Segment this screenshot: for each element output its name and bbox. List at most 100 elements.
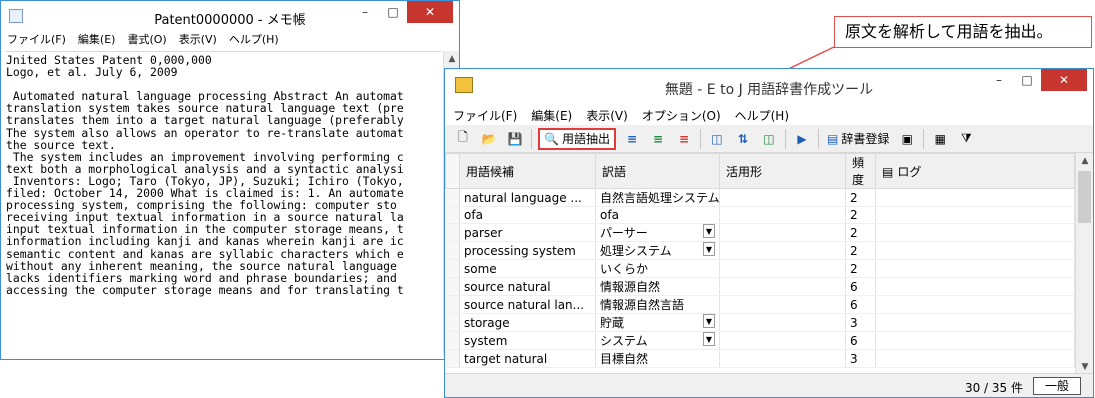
frequency-cell[interactable]: 3	[845, 313, 876, 333]
log-cell[interactable]	[875, 277, 1075, 297]
table-row[interactable]: system ▼ システム 6	[445, 331, 1075, 351]
inflection-cell[interactable]	[719, 223, 846, 243]
open-folder-icon[interactable]: 📂	[479, 128, 499, 150]
inflection-cell[interactable]	[719, 313, 846, 333]
frequency-cell[interactable]: 2	[845, 188, 876, 207]
frequency-cell[interactable]: 2	[845, 206, 876, 225]
table-row[interactable]: parser ▼ パーサー 2	[445, 223, 1075, 243]
log-cell[interactable]	[875, 331, 1075, 351]
insert-column-icon[interactable]: ◫	[707, 128, 727, 150]
frequency-cell[interactable]: 3	[845, 349, 876, 369]
term-cell-text: parser	[464, 225, 503, 240]
translation-cell[interactable]: ▼ 貯蔵	[595, 313, 720, 333]
inflection-cell[interactable]	[719, 349, 846, 369]
frequency-cell[interactable]: 2	[845, 241, 876, 261]
scroll-up-icon[interactable]: ▲	[1076, 153, 1094, 169]
inflection-cell[interactable]	[719, 206, 846, 225]
inflection-cell[interactable]	[719, 331, 846, 351]
close-icon[interactable]: ✕	[1041, 69, 1087, 91]
log-cell[interactable]	[875, 223, 1075, 243]
inflection-cell[interactable]	[719, 277, 846, 297]
log-cell[interactable]	[875, 349, 1075, 369]
list-edit-icon[interactable]: ≡	[648, 128, 668, 150]
translation-cell[interactable]: いくらか	[595, 259, 720, 279]
log-cell[interactable]	[875, 295, 1075, 315]
dropdown-arrow-icon[interactable]: ▼	[703, 332, 715, 347]
term-cell[interactable]: system	[459, 331, 596, 351]
frequency-cell[interactable]: 2	[845, 259, 876, 279]
term-cell[interactable]: processing system	[459, 241, 596, 261]
term-cell[interactable]: source natural lan...	[459, 295, 596, 315]
term-cell[interactable]: parser	[459, 223, 596, 243]
frequency-cell[interactable]: 6	[845, 277, 876, 297]
scroll-thumb[interactable]	[1078, 171, 1091, 223]
term-cell[interactable]: target natural	[459, 349, 596, 369]
log-cell[interactable]	[875, 259, 1075, 279]
menu-edit[interactable]: 編集(E)	[531, 107, 572, 124]
translation-cell[interactable]: 目標自然	[595, 349, 720, 369]
table-row[interactable]: source natural 情報源自然 6	[445, 277, 1075, 297]
dictionary-view-icon[interactable]: ▣	[897, 128, 917, 150]
frequency-cell[interactable]: 6	[845, 295, 876, 315]
sort-icon[interactable]: ⇅	[733, 128, 753, 150]
log-cell[interactable]	[875, 206, 1075, 225]
col-inflection[interactable]: 活用形	[719, 153, 846, 189]
menu-view[interactable]: 表示(V)	[586, 107, 628, 124]
table-row[interactable]: natural language ... 自然言語処理システム 2	[445, 188, 1075, 207]
inflection-cell[interactable]	[719, 259, 846, 279]
mode-button[interactable]: 一般	[1033, 377, 1081, 395]
play-icon[interactable]: ▶	[792, 128, 812, 150]
translation-cell[interactable]: ▼ システム	[595, 331, 720, 351]
col-translation[interactable]: 訳語	[595, 153, 720, 189]
tool-titlebar[interactable]: 無題 - E to J 用語辞書作成ツール – □ ✕	[445, 69, 1093, 105]
translation-cell-text: 情報源自然	[600, 280, 661, 295]
log-cell[interactable]	[875, 188, 1075, 207]
inflection-cell[interactable]	[719, 241, 846, 261]
term-cell[interactable]: ofa	[459, 206, 596, 225]
menu-file[interactable]: ファイル(F)	[453, 107, 517, 124]
dropdown-arrow-icon[interactable]: ▼	[703, 242, 715, 257]
maximize-icon[interactable]: □	[1013, 69, 1041, 91]
col-log[interactable]: ▤ ログ	[875, 153, 1075, 189]
log-cell[interactable]	[875, 241, 1075, 261]
menu-options[interactable]: オプション(O)	[642, 107, 721, 124]
table-row[interactable]: processing system ▼ 処理システム 2	[445, 241, 1075, 261]
table-scrollbar[interactable]: ▲ ▼	[1075, 153, 1093, 375]
term-cell[interactable]: source natural	[459, 277, 596, 297]
filter-icon[interactable]: ⧩	[956, 128, 976, 150]
term-cell[interactable]: some	[459, 259, 596, 279]
translation-cell[interactable]: 自然言語処理システム	[595, 188, 720, 207]
translation-cell[interactable]: ▼ パーサー	[595, 223, 720, 243]
translation-cell[interactable]: 情報源自然言語	[595, 295, 720, 315]
term-cell[interactable]: natural language ...	[459, 188, 596, 207]
inflection-cell[interactable]	[719, 188, 846, 207]
term-cell[interactable]: storage	[459, 313, 596, 333]
list-delete-icon[interactable]: ≡	[674, 128, 694, 150]
log-cell[interactable]	[875, 313, 1075, 333]
extract-terms-button[interactable]: 🔍 用語抽出	[538, 127, 616, 150]
translation-cell[interactable]: ▼ 処理システム	[595, 241, 720, 261]
properties-icon[interactable]: ▦	[930, 128, 950, 150]
list-add-icon[interactable]: ≡	[622, 128, 642, 150]
translation-cell[interactable]: 情報源自然	[595, 277, 720, 297]
dropdown-arrow-icon[interactable]: ▼	[703, 314, 715, 329]
table-row[interactable]: storage ▼ 貯蔵 3	[445, 313, 1075, 333]
move-column-icon[interactable]: ◫	[759, 128, 779, 150]
row-number-cell	[445, 223, 460, 243]
new-file-icon[interactable]: 🗋	[453, 128, 473, 150]
dropdown-arrow-icon[interactable]: ▼	[703, 224, 715, 239]
translation-cell[interactable]: ofa	[595, 206, 720, 225]
menu-help[interactable]: ヘルプ(H)	[735, 107, 789, 124]
minimize-icon[interactable]: –	[985, 69, 1013, 91]
table-row[interactable]: some いくらか 2	[445, 259, 1075, 279]
frequency-cell[interactable]: 2	[845, 223, 876, 243]
frequency-cell[interactable]: 6	[845, 331, 876, 351]
table-row[interactable]: target natural 目標自然 3	[445, 349, 1075, 369]
col-term-candidate[interactable]: 用語候補	[459, 153, 596, 189]
dict-register-button[interactable]: ▤ 辞書登録	[825, 128, 891, 150]
col-frequency[interactable]: 頻度	[845, 153, 876, 189]
table-row[interactable]: ofa ofa 2	[445, 206, 1075, 225]
table-row[interactable]: source natural lan... 情報源自然言語 6	[445, 295, 1075, 315]
save-icon[interactable]: 💾	[505, 128, 525, 150]
inflection-cell[interactable]	[719, 295, 846, 315]
